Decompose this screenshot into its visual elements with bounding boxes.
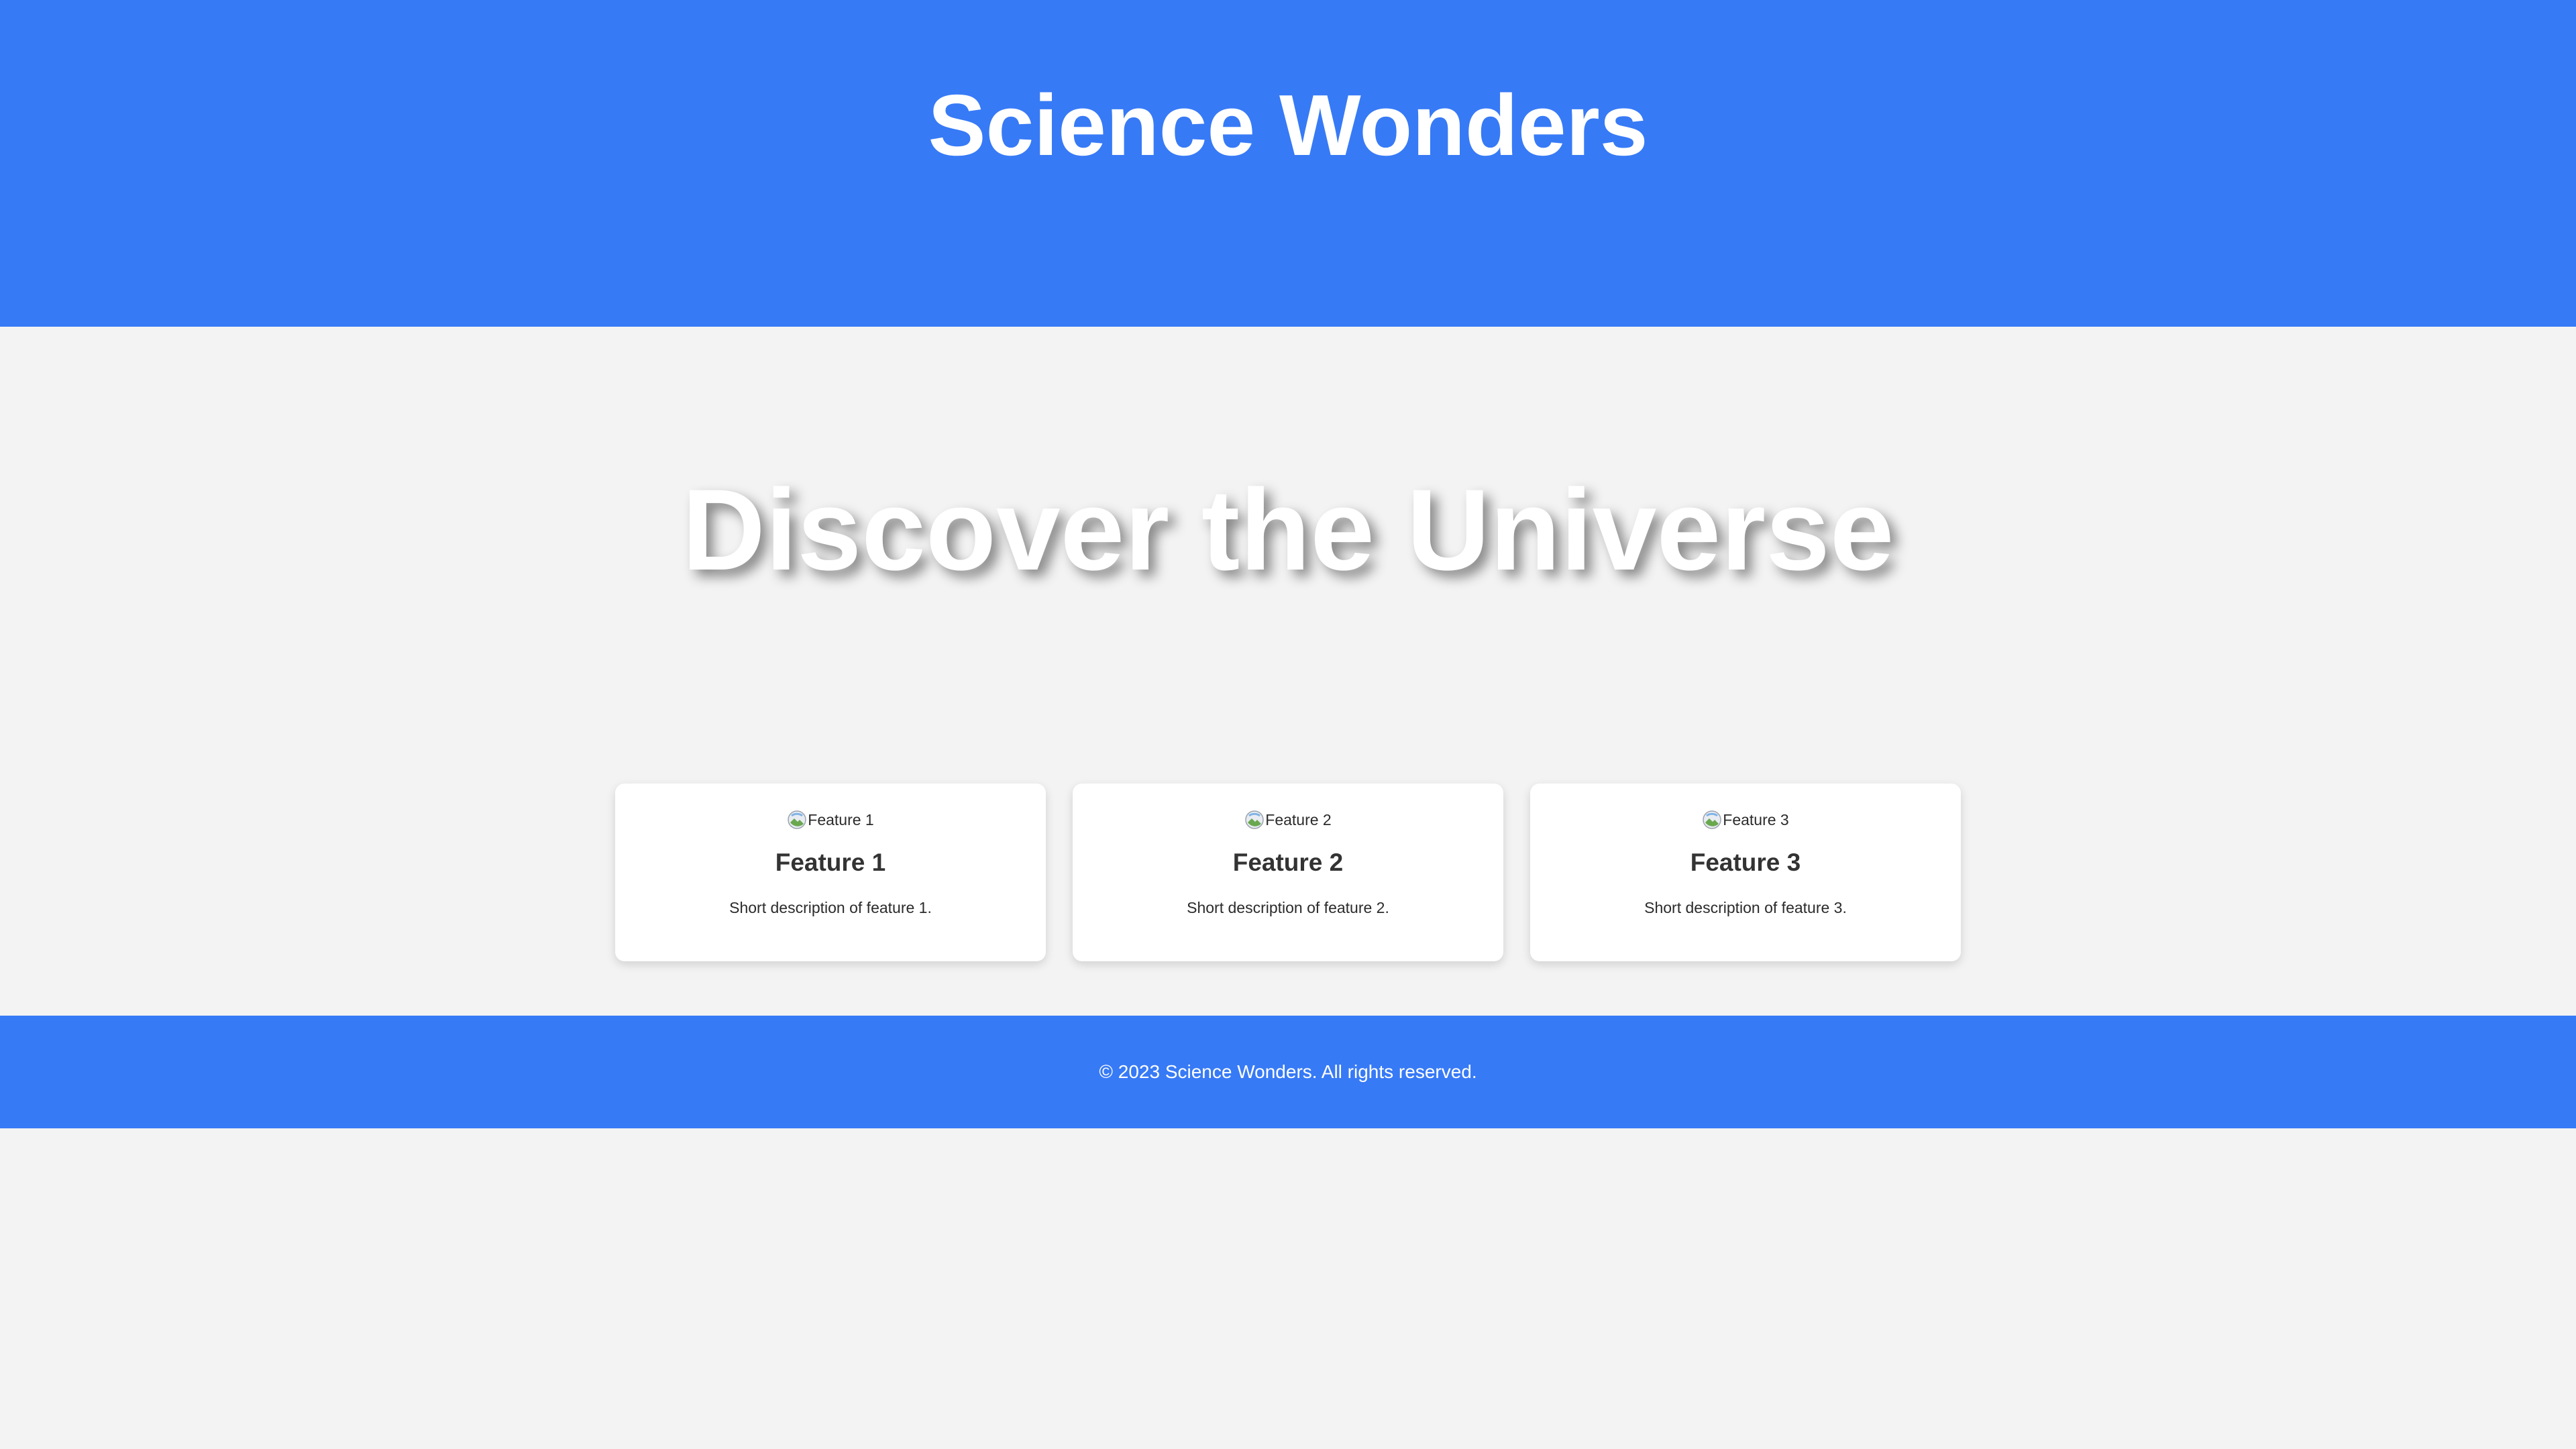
copyright-text: © 2023 Science Wonders. All rights reser… (1099, 1061, 1477, 1082)
broken-image-icon (1244, 810, 1265, 830)
broken-image-icon (787, 810, 807, 830)
feature-description: Short description of feature 2. (1187, 899, 1389, 916)
feature-image: Feature 1 (615, 809, 1046, 830)
site-footer: © 2023 Science Wonders. All rights reser… (0, 1016, 2576, 1128)
hero-title: Discover the Universe (682, 466, 1894, 594)
feature-description: Short description of feature 1. (729, 899, 932, 916)
feature-card: Feature 3 Feature 3 Short description of… (1530, 784, 1961, 961)
feature-image: Feature 2 (1073, 809, 1503, 830)
site-header: Science Wonders (0, 0, 2576, 327)
feature-description: Short description of feature 3. (1644, 899, 1847, 916)
feature-title: Feature 1 (775, 849, 886, 876)
site-title: Science Wonders (928, 77, 1648, 174)
feature-card: Feature 1 Feature 1 Short description of… (615, 784, 1046, 961)
feature-card: Feature 2 Feature 2 Short description of… (1073, 784, 1503, 961)
feature-image-alt: Feature 3 (1723, 811, 1789, 828)
feature-title: Feature 2 (1232, 849, 1344, 876)
feature-image-alt: Feature 2 (1265, 811, 1332, 828)
feature-image-alt: Feature 1 (808, 811, 874, 828)
feature-image: Feature 3 (1530, 809, 1961, 830)
broken-image-icon (1702, 810, 1722, 830)
feature-title: Feature 3 (1690, 849, 1801, 876)
